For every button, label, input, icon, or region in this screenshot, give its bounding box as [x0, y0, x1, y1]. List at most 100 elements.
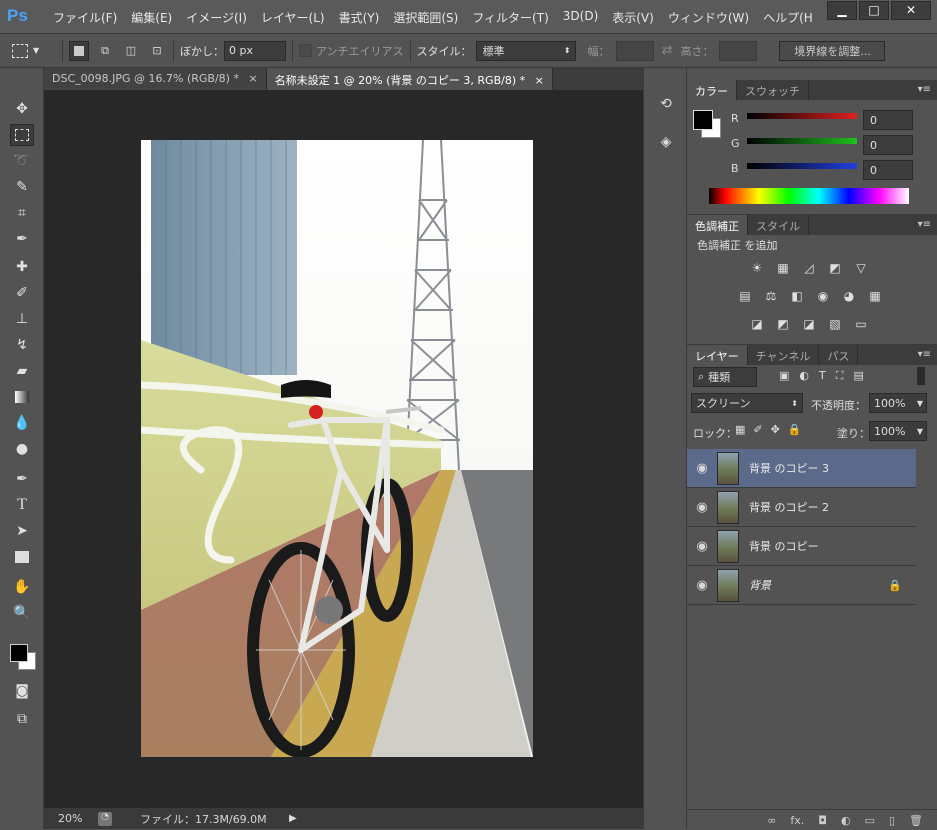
- menu-edit[interactable]: 編集(E): [124, 9, 179, 26]
- layer-filter-select[interactable]: ⌕ 種類: [693, 367, 757, 387]
- r-slider[interactable]: [747, 113, 857, 119]
- share-icon[interactable]: ◔: [98, 811, 112, 826]
- layer-row[interactable]: ◉ 背景 のコピー: [687, 527, 916, 566]
- gradient-map-icon[interactable]: ▭: [853, 317, 869, 333]
- levels-icon[interactable]: ▦: [775, 261, 791, 277]
- history-brush-tool-icon[interactable]: ↯: [10, 334, 34, 356]
- menu-layer[interactable]: レイヤー(L): [254, 9, 332, 26]
- close-icon[interactable]: ×: [248, 72, 257, 85]
- width-input[interactable]: [615, 40, 654, 61]
- new-group-icon[interactable]: ▭: [865, 814, 875, 827]
- panel-menu-icon[interactable]: ▾≡: [918, 345, 931, 365]
- hand-tool-icon[interactable]: ✋: [10, 576, 34, 598]
- invert-icon[interactable]: ◪: [749, 317, 765, 333]
- lasso-tool-icon[interactable]: ➰: [10, 150, 34, 172]
- height-input[interactable]: [719, 40, 758, 61]
- minimize-button[interactable]: ▁: [827, 1, 857, 20]
- blend-mode-select[interactable]: スクリーン ⬍: [691, 393, 803, 413]
- posterize-icon[interactable]: ◩: [775, 317, 791, 333]
- layer-row[interactable]: ◉ 背景 🔒: [687, 566, 916, 605]
- hue-saturation-icon[interactable]: ▤: [737, 289, 753, 305]
- photo-filter-icon[interactable]: ◉: [815, 289, 831, 305]
- lock-transparent-icon[interactable]: ▦: [735, 423, 745, 436]
- menu-select[interactable]: 選択範囲(S): [386, 9, 465, 26]
- image-filter-icon[interactable]: ▣: [779, 369, 789, 383]
- tab-adjustments[interactable]: 色調補正: [687, 215, 748, 235]
- document-image[interactable]: [141, 140, 533, 757]
- style-select[interactable]: 標準 ⬍: [475, 40, 576, 61]
- curves-icon[interactable]: ◿: [801, 261, 817, 277]
- menu-view[interactable]: 表示(V): [605, 9, 661, 26]
- close-icon[interactable]: ×: [535, 74, 544, 87]
- refine-edge-button[interactable]: 境界線を調整...: [779, 40, 886, 61]
- tab-channels[interactable]: チャンネル: [748, 345, 820, 365]
- gradient-tool-icon[interactable]: [10, 386, 34, 408]
- antialias-checkbox[interactable]: [299, 44, 312, 57]
- new-layer-icon[interactable]: ▯: [889, 814, 895, 827]
- history-panel-icon[interactable]: ⟲: [656, 96, 676, 116]
- zoom-tool-icon[interactable]: 🔍: [10, 602, 34, 624]
- shape-tool-icon[interactable]: [10, 546, 34, 568]
- chevron-down-icon[interactable]: ▼: [917, 427, 923, 436]
- brightness-icon[interactable]: ☀: [749, 261, 765, 277]
- move-tool-icon[interactable]: ✥: [10, 98, 34, 120]
- channel-mixer-icon[interactable]: ◕: [841, 289, 857, 305]
- crop-tool-icon[interactable]: ⌗: [10, 202, 34, 224]
- color-lookup-icon[interactable]: ▦: [867, 289, 883, 305]
- threshold-icon[interactable]: ◪: [801, 317, 817, 333]
- canvas-area[interactable]: [44, 90, 643, 808]
- lock-pixels-icon[interactable]: ✐: [753, 423, 762, 436]
- panel-menu-icon[interactable]: ▾≡: [918, 215, 931, 235]
- new-selection-icon[interactable]: [69, 40, 89, 61]
- menu-filter[interactable]: フィルター(T): [465, 9, 555, 26]
- tab-dsc0098[interactable]: DSC_0098.JPG @ 16.7% (RGB/8) * ×: [44, 68, 267, 90]
- menu-file[interactable]: ファイル(F): [46, 9, 124, 26]
- panel-menu-icon[interactable]: ▾≡: [918, 80, 931, 100]
- dodge-tool-icon[interactable]: ●: [10, 438, 34, 460]
- selective-color-icon[interactable]: ▧: [827, 317, 843, 333]
- layer-row[interactable]: ◉ 背景 のコピー 3: [687, 449, 916, 488]
- menu-type[interactable]: 書式(Y): [332, 9, 387, 26]
- lock-all-icon[interactable]: 🔒: [788, 423, 802, 436]
- g-value-input[interactable]: 0: [863, 135, 913, 155]
- maximize-button[interactable]: □: [859, 1, 889, 20]
- tab-swatches[interactable]: スウォッチ: [737, 80, 809, 100]
- color-balance-icon[interactable]: ⚖: [763, 289, 779, 305]
- layer-row[interactable]: ◉ 背景 のコピー 2: [687, 488, 916, 527]
- swap-icon[interactable]: ⇄: [662, 43, 673, 58]
- vibrance-icon[interactable]: ▽: [853, 261, 869, 277]
- properties-panel-icon[interactable]: ◈: [656, 134, 676, 154]
- zoom-level[interactable]: 20%: [58, 812, 92, 825]
- eyedropper-tool-icon[interactable]: ✒: [10, 228, 34, 250]
- expand-arrow-icon[interactable]: ▶: [289, 813, 297, 824]
- tab-color[interactable]: カラー: [687, 80, 737, 100]
- eraser-tool-icon[interactable]: ▰: [10, 360, 34, 382]
- quick-mask-icon[interactable]: ◙: [10, 680, 34, 702]
- menu-help[interactable]: ヘルプ(H: [756, 9, 820, 26]
- visibility-eye-icon[interactable]: ◉: [687, 500, 717, 515]
- foreground-color-swatch[interactable]: [10, 644, 28, 662]
- trash-icon[interactable]: 🗑: [909, 814, 923, 827]
- fx-icon[interactable]: fx.: [790, 814, 804, 827]
- r-value-input[interactable]: 0: [863, 110, 913, 130]
- add-selection-icon[interactable]: ⧉: [95, 41, 115, 61]
- fill-input[interactable]: 100% ▼: [869, 421, 927, 441]
- path-select-tool-icon[interactable]: ➤: [10, 520, 34, 542]
- marquee-tool-icon[interactable]: [10, 124, 34, 146]
- menu-3d[interactable]: 3D(D): [556, 9, 605, 26]
- filter-toggle[interactable]: [917, 367, 925, 385]
- pen-tool-icon[interactable]: ✒: [10, 468, 34, 490]
- b-slider[interactable]: [747, 163, 857, 169]
- adjustment-layer-icon[interactable]: ◐: [841, 814, 851, 827]
- visibility-eye-icon[interactable]: ◉: [687, 539, 717, 554]
- smart-object-filter-icon[interactable]: ▤: [853, 369, 863, 383]
- foreground-color-swatch[interactable]: [693, 110, 713, 130]
- subtract-selection-icon[interactable]: ◫: [121, 41, 141, 61]
- link-layers-icon[interactable]: ∞: [767, 814, 776, 827]
- menu-image[interactable]: イメージ(I): [179, 9, 254, 26]
- brush-tool-icon[interactable]: ✐: [10, 282, 34, 304]
- stamp-tool-icon[interactable]: ⊥: [10, 308, 34, 330]
- screen-mode-icon[interactable]: ⧉: [10, 708, 34, 730]
- tool-preset-picker[interactable]: ▼: [12, 40, 56, 62]
- visibility-eye-icon[interactable]: ◉: [687, 578, 717, 593]
